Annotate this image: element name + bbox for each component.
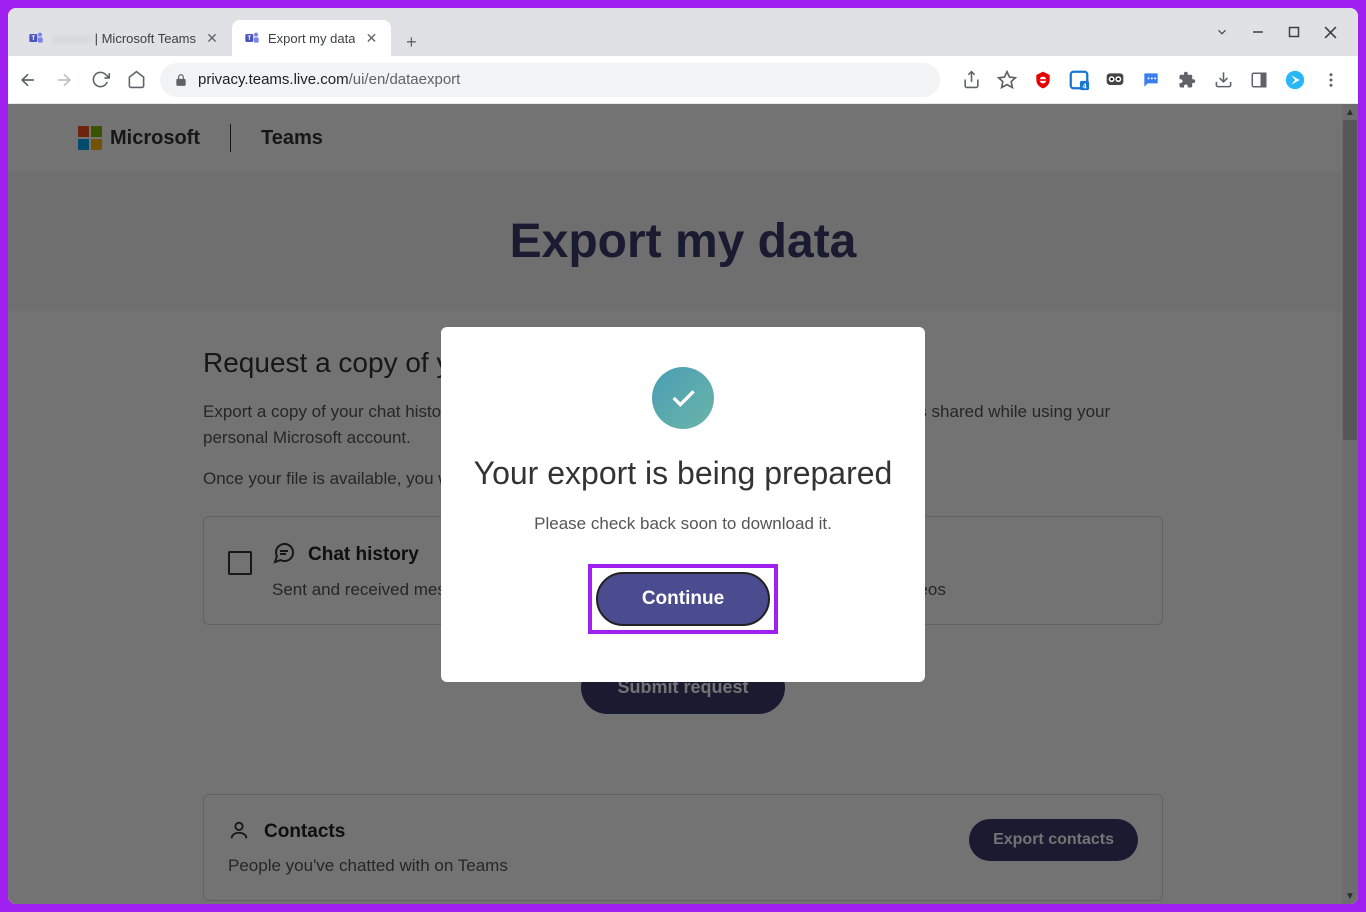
modal-text: Please check back soon to download it.	[473, 514, 893, 534]
lock-icon	[174, 73, 188, 87]
forward-icon[interactable]	[54, 70, 74, 90]
continue-button[interactable]: Continue	[596, 572, 770, 626]
minimize-icon[interactable]	[1250, 24, 1266, 40]
address-bar[interactable]: privacy.teams.live.com/ui/en/dataexport	[160, 63, 940, 97]
tab-active[interactable]: T Export my data ✕	[232, 20, 391, 56]
extension-circle-icon[interactable]	[1284, 69, 1306, 91]
url-text: privacy.teams.live.com/ui/en/dataexport	[198, 71, 460, 88]
toolbar-actions: 4	[954, 69, 1348, 91]
svg-text:T: T	[31, 36, 35, 42]
tab-inactive[interactable]: T ——— | Microsoft Teams ✕	[16, 20, 232, 56]
tab-strip: T ——— | Microsoft Teams ✕ T Export my da…	[16, 8, 1202, 56]
toolbar: privacy.teams.live.com/ui/en/dataexport …	[8, 56, 1358, 104]
extension-chat-icon[interactable]	[1140, 69, 1162, 91]
window-controls	[1202, 24, 1350, 40]
continue-button-highlight: Continue	[588, 564, 778, 634]
browser-window: T ——— | Microsoft Teams ✕ T Export my da…	[8, 8, 1358, 904]
new-tab-button[interactable]: +	[397, 28, 425, 56]
reload-icon[interactable]	[90, 70, 110, 90]
modal-overlay: Your export is being prepared Please che…	[8, 104, 1358, 904]
maximize-icon[interactable]	[1286, 24, 1302, 40]
share-icon[interactable]	[960, 69, 982, 91]
tab-title: ——— | Microsoft Teams	[52, 31, 196, 46]
extension-ublock-icon[interactable]	[1032, 69, 1054, 91]
downloads-icon[interactable]	[1212, 69, 1234, 91]
home-icon[interactable]	[126, 70, 146, 90]
close-icon[interactable]	[1322, 24, 1338, 40]
back-icon[interactable]	[18, 70, 38, 90]
export-preparing-modal: Your export is being prepared Please che…	[441, 327, 925, 682]
kebab-menu-icon[interactable]	[1320, 69, 1342, 91]
modal-title: Your export is being prepared	[473, 455, 893, 492]
teams-favicon-icon: T	[28, 30, 44, 46]
bookmark-star-icon[interactable]	[996, 69, 1018, 91]
tab-title: Export my data	[268, 31, 355, 46]
checkmark-icon	[652, 367, 714, 429]
chevron-down-icon[interactable]	[1214, 24, 1230, 40]
svg-text:T: T	[247, 36, 251, 42]
nav-controls	[18, 70, 146, 90]
tab-close-icon[interactable]: ✕	[204, 30, 220, 46]
titlebar: T ——— | Microsoft Teams ✕ T Export my da…	[8, 8, 1358, 56]
teams-favicon-icon: T	[244, 30, 260, 46]
tab-close-icon[interactable]: ✕	[363, 30, 379, 46]
sidepanel-icon[interactable]	[1248, 69, 1270, 91]
extension-eyes-icon[interactable]	[1104, 69, 1126, 91]
extensions-menu-icon[interactable]	[1176, 69, 1198, 91]
extension-blue-icon[interactable]: 4	[1068, 69, 1090, 91]
content-wrapper: Microsoft Teams Export my data Request a…	[8, 104, 1358, 904]
